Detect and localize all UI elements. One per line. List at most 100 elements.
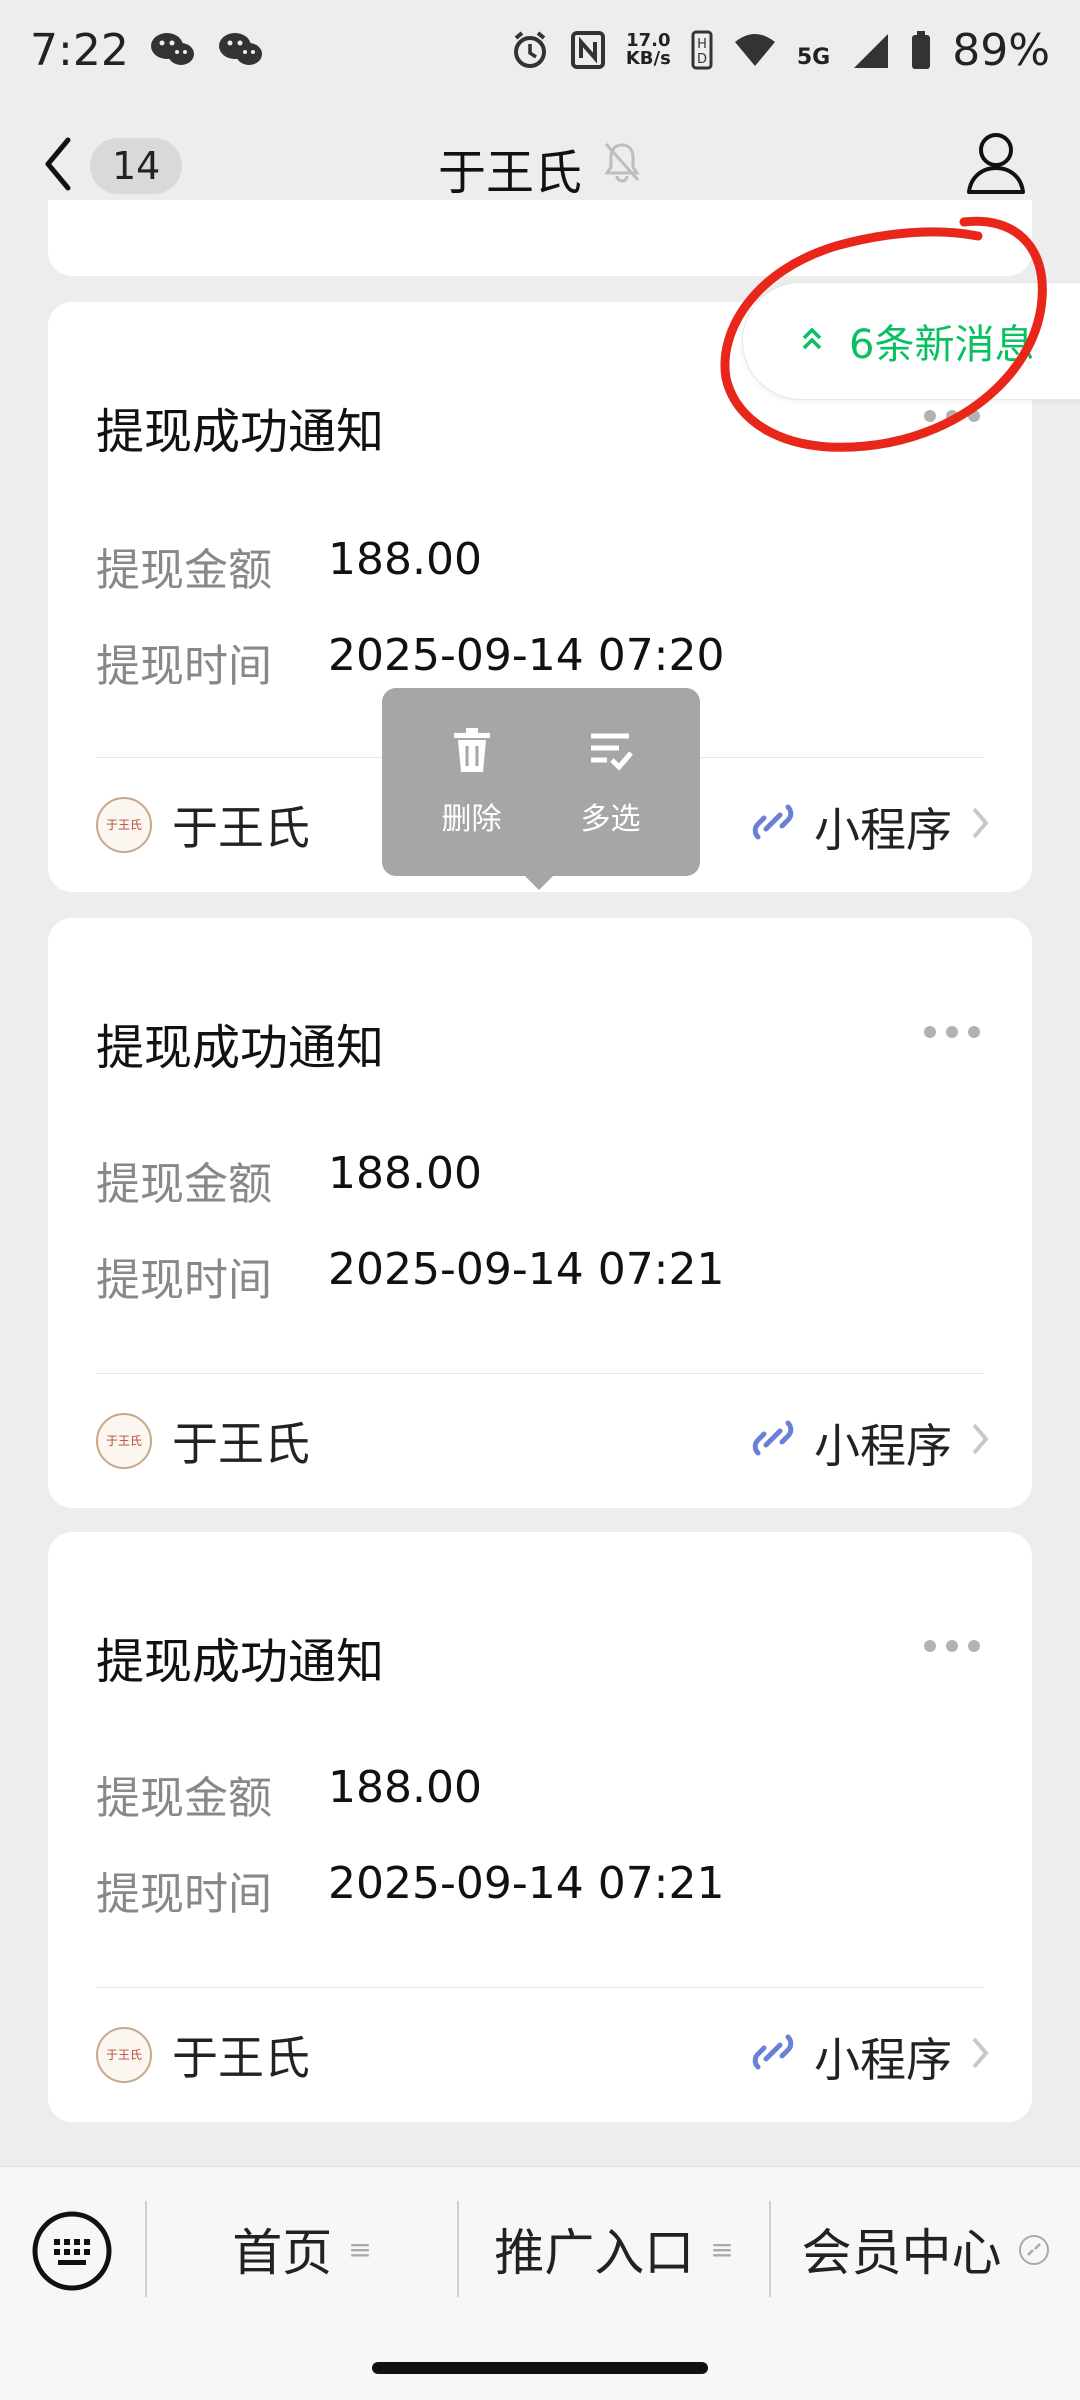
dot [968,1026,980,1038]
new-messages-label: 6条新消息 [849,322,1035,368]
amount-label: 提现金额 [96,1159,272,1210]
time-row: 提现时间 2025-09-14 07:20 [96,630,725,694]
avatar: 于王氏 [96,797,152,853]
divider [96,1987,984,1988]
trash-icon [450,726,494,782]
chevron-right-icon [968,2030,992,2084]
avatar-seal-text: 于王氏 [105,1434,142,1448]
more-options-button[interactable] [924,1026,980,1038]
chevron-right-icon [968,1416,992,1470]
more-options-button[interactable] [924,1640,980,1652]
net-speed: 17.0 KB/s [626,32,671,68]
dot [946,410,958,422]
divider [96,1373,984,1374]
back-button[interactable]: 14 [40,132,183,200]
net-speed-unit: KB/s [625,48,671,69]
multi-select-icon [587,726,635,782]
delete-label: 删除 [441,802,502,837]
mini-program-label: 小程序 [814,803,952,857]
avatar: 于王氏 [96,2027,152,2083]
avatar-seal-text: 于王氏 [105,818,142,832]
card-title: 提现成功通知 [96,404,385,460]
status-right: 17.0 KB/s HD 5G 89% [510,25,1050,76]
source-name: 于王氏 [172,801,310,855]
source-name: 于王氏 [172,2031,310,2085]
amount-value: 188.00 [328,1148,482,1199]
mini-program-link[interactable]: 小程序 [748,1410,992,1476]
amount-row: 提现金额 188.00 [96,1148,482,1212]
double-chevron-up-icon [799,318,825,364]
amount-value: 188.00 [328,534,482,585]
nfc-icon [570,30,606,70]
message-context-menu: 删除 多选 [382,688,700,890]
mini-program-link[interactable]: 小程序 [748,794,992,860]
more-options-button[interactable] [924,410,980,422]
multi-select-button[interactable]: 多选 [581,726,641,838]
wechat-icon [149,30,197,70]
mini-program-icon [1018,2220,1050,2278]
time-label: 提现时间 [96,1255,272,1306]
source-name: 于王氏 [172,1417,310,1471]
unread-count-badge: 14 [90,138,183,194]
avatar: 于王氏 [96,1413,152,1469]
mute-bell-icon [602,140,642,196]
amount-row: 提现金额 188.00 [96,1762,482,1826]
new-messages-button[interactable]: 6条新消息 [742,282,1080,400]
message-card[interactable]: 提现成功通知 提现金额 188.00 提现时间 2025-09-14 07:21… [48,918,1032,1508]
dot [924,1640,936,1652]
mini-program-icon [748,1413,798,1474]
menu-item-label: 推广入口 [494,2224,695,2282]
card-title: 提现成功通知 [96,1634,385,1690]
card-title: 提现成功通知 [96,1020,385,1076]
time-row: 提现时间 2025-09-14 07:21 [96,1244,725,1308]
menu-item-promotion[interactable]: 推广入口 ≡ [459,2209,769,2289]
time-row: 提现时间 2025-09-14 07:21 [96,1858,725,1922]
mini-program-label: 小程序 [814,1419,952,1473]
previous-message-card[interactable] [48,200,1032,276]
keyboard-icon [30,2211,114,2297]
svg-text:H: H [697,37,707,52]
menu-item-label: 会员中心 [801,2224,1002,2282]
battery-level: 89% [952,24,1050,76]
alarm-icon [510,30,550,70]
network-type: 5G [796,44,831,70]
message-card[interactable]: 提现成功通知 提现金额 188.00 提现时间 2025-09-14 07:21… [48,1532,1032,2122]
home-indicator[interactable] [372,2362,708,2374]
wechat-icon [217,30,265,70]
menu-item-member-center[interactable]: 会员中心 [771,2209,1080,2289]
svg-text:D: D [697,52,707,67]
chevron-left-icon [40,132,76,200]
source-account[interactable]: 于王氏 于王氏 [96,1408,310,1474]
person-icon [964,133,1028,200]
status-time: 7:22 [30,24,129,76]
time-label: 提现时间 [96,1869,272,1920]
profile-button[interactable] [964,130,1028,200]
hd-icon: HD [691,30,713,70]
multi-select-label: 多选 [580,802,641,837]
amount-row: 提现金额 188.00 [96,534,482,598]
source-account[interactable]: 于王氏 于王氏 [96,792,310,858]
mini-program-icon [748,797,798,858]
time-label: 提现时间 [96,641,272,692]
amount-value: 188.00 [328,1762,482,1813]
chevron-right-icon [968,800,992,854]
submenu-icon: ≡ [348,2232,372,2266]
mini-program-label: 小程序 [814,2033,952,2087]
avatar-seal-text: 于王氏 [105,2048,142,2062]
chat-title-text: 于王氏 [437,144,582,201]
source-account[interactable]: 于王氏 于王氏 [96,2022,310,2088]
time-value: 2025-09-14 07:21 [328,1244,725,1295]
mini-program-link[interactable]: 小程序 [748,2024,992,2090]
dot [946,1026,958,1038]
amount-label: 提现金额 [96,1773,272,1824]
status-left: 7:22 [30,25,265,76]
menu-item-home[interactable]: 首页 ≡ [147,2209,457,2289]
mini-program-icon [748,2027,798,2088]
dot [924,410,936,422]
amount-label: 提现金额 [96,545,272,596]
time-value: 2025-09-14 07:21 [328,1858,725,1909]
keyboard-toggle-button[interactable] [30,2209,114,2297]
wifi-icon [733,30,777,70]
delete-button[interactable]: 删除 [442,726,502,838]
dot [968,410,980,422]
